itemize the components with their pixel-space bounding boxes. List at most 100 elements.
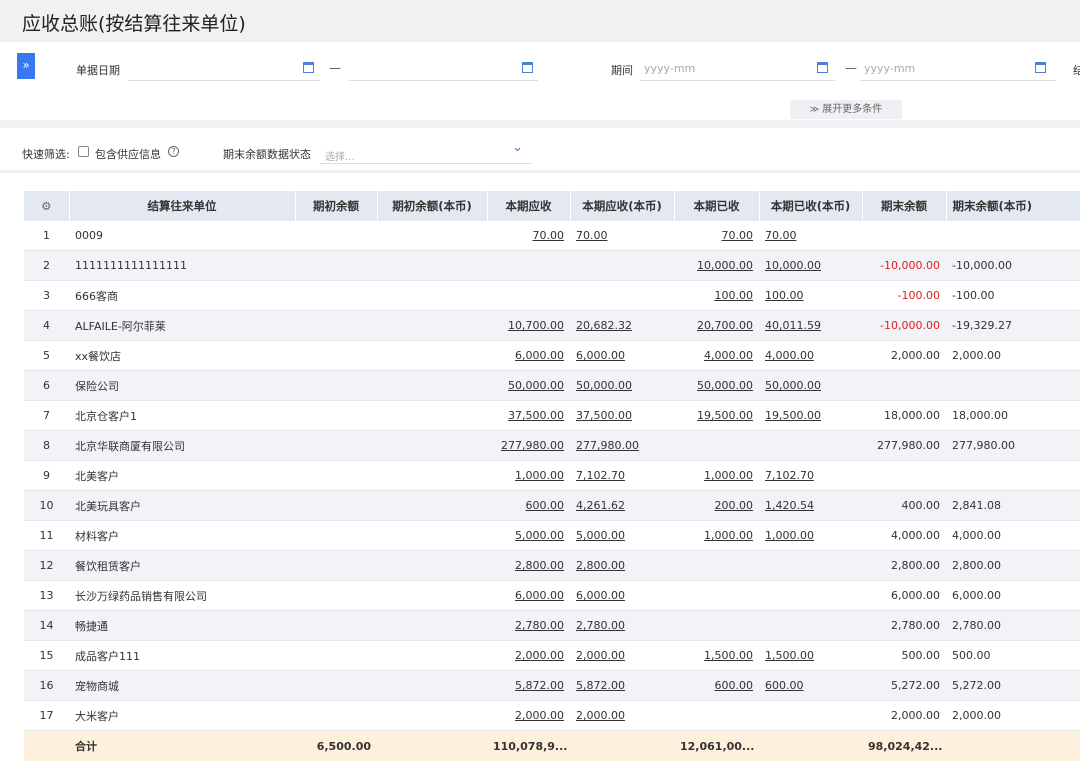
amount-link[interactable]: 70.00 <box>533 229 565 242</box>
amount-link[interactable]: 200.00 <box>715 499 754 512</box>
amount-link[interactable]: 2,800.00 <box>576 559 625 572</box>
column-header[interactable]: 期末余额 <box>862 191 947 221</box>
table-row[interactable]: 14 畅捷通 2,780.00 2,780.00 2,780.00 2,780.00 <box>24 610 1080 641</box>
table-row[interactable]: 11 材料客户 5,000.00 5,000.00 1,000.00 1,000.00 4,… <box>24 520 1080 551</box>
amount-link[interactable]: 6,000.00 <box>515 349 564 362</box>
period-end-input[interactable]: yyyy-mm <box>864 62 915 75</box>
amount-link[interactable]: 10,700.00 <box>508 319 564 332</box>
table-row[interactable]: 16 宠物商城 5,872.00 5,872.00 600.00 600.00 5,272.… <box>24 670 1080 701</box>
amount-link[interactable]: 277,980.00 <box>501 439 564 452</box>
column-header[interactable]: 本期应收(本币) <box>570 191 675 221</box>
table-row[interactable]: 3 666客商 100.00 100.00 -100.00 -100.00 <box>24 280 1080 311</box>
amount-link[interactable]: 1,000.00 <box>704 469 753 482</box>
amount-link[interactable]: 600.00 <box>765 679 804 692</box>
amount-link[interactable]: 600.00 <box>526 499 565 512</box>
amount-link[interactable]: 19,500.00 <box>765 409 821 422</box>
amount-link[interactable]: 2,000.00 <box>576 649 625 662</box>
amount-link[interactable]: 5,000.00 <box>576 529 625 542</box>
table-row[interactable]: 1 0009 70.00 70.00 70.00 70.00 <box>24 221 1080 251</box>
expand-sidebar-toggle[interactable]: » <box>17 53 35 79</box>
amount-link[interactable]: 100.00 <box>715 289 754 302</box>
calendar-icon[interactable] <box>522 62 533 73</box>
amount-link[interactable]: 5,872.00 <box>515 679 564 692</box>
amount-link[interactable]: 1,000.00 <box>515 469 564 482</box>
table-row[interactable]: 13 长沙万绿药品销售有限公司 6,000.00 6,000.00 6,000.00 6,… <box>24 580 1080 611</box>
amount-link[interactable]: 20,682.32 <box>576 319 632 332</box>
table-row[interactable]: 10 北美玩具客户 600.00 4,261.62 200.00 1,420.54 400.… <box>24 490 1080 521</box>
calendar-icon[interactable] <box>817 62 828 73</box>
amount-link[interactable]: 7,102.70 <box>765 469 814 482</box>
column-header[interactable]: 期末余额(本币) <box>946 191 1080 221</box>
help-icon[interactable]: ? <box>168 146 179 157</box>
amount-link[interactable]: 6,000.00 <box>576 589 625 602</box>
amount-link[interactable]: 50,000.00 <box>697 379 753 392</box>
table-row[interactable]: 12 餐饮租赁客户 2,800.00 2,800.00 2,800.00 2,800.00 <box>24 550 1080 581</box>
amount-link[interactable]: 5,872.00 <box>576 679 625 692</box>
amount-link[interactable]: 10,000.00 <box>765 259 821 272</box>
table-row[interactable]: 6 保险公司 50,000.00 50,000.00 50,000.00 50,000.0… <box>24 370 1080 401</box>
amount-link[interactable]: 20,700.00 <box>697 319 753 332</box>
status-select[interactable]: 选择... <box>325 148 355 163</box>
amount-link[interactable]: 5,000.00 <box>515 529 564 542</box>
amount-link[interactable]: 100.00 <box>765 289 804 302</box>
status-label: 期末余额数据状态 <box>223 148 311 161</box>
amount-link[interactable]: 277,980.00 <box>576 439 639 452</box>
amount-link[interactable]: 19,500.00 <box>697 409 753 422</box>
table-row[interactable]: 5 xx餐饮店 6,000.00 6,000.00 4,000.00 4,000.00 2,… <box>24 340 1080 371</box>
table-row[interactable]: 2 1111111111111111 10,000.00 10,000.00 -10,0… <box>24 250 1080 281</box>
table-row[interactable]: 7 北京仓客户1 37,500.00 37,500.00 19,500.00 19,500… <box>24 400 1080 431</box>
amount-link[interactable]: 37,500.00 <box>508 409 564 422</box>
table-row[interactable]: 15 成品客户111 2,000.00 2,000.00 1,500.00 1,500.0… <box>24 640 1080 671</box>
column-header[interactable]: 期初余额 <box>295 191 378 221</box>
amount-link[interactable]: 1,000.00 <box>704 529 753 542</box>
table-row[interactable]: 4 ALFAILE-阿尔菲莱 10,700.00 20,682.32 20,700.00… <box>24 310 1080 341</box>
amount-link[interactable]: 2,780.00 <box>576 619 625 632</box>
table-row[interactable]: 8 北京华联商厦有限公司 277,980.00 277,980.00 277,980.0… <box>24 430 1080 461</box>
calendar-icon[interactable] <box>303 62 314 73</box>
amount-link[interactable]: 600.00 <box>715 679 754 692</box>
column-header[interactable]: 本期已收 <box>674 191 760 221</box>
amount-link[interactable]: 2,800.00 <box>515 559 564 572</box>
date-end-input[interactable] <box>349 80 538 81</box>
column-header[interactable]: 结算往来单位 <box>69 191 296 221</box>
amount-cell-rec: 1,000.00 <box>674 460 759 491</box>
amount-link[interactable]: 2,000.00 <box>515 709 564 722</box>
calendar-icon[interactable] <box>1035 62 1046 73</box>
date-start-input[interactable] <box>128 80 320 81</box>
amount-link[interactable]: 37,500.00 <box>576 409 632 422</box>
amount-link[interactable]: 7,102.70 <box>576 469 625 482</box>
amount-link[interactable]: 4,000.00 <box>765 349 814 362</box>
amount-link[interactable]: 1,420.54 <box>765 499 814 512</box>
amount-link[interactable]: 1,000.00 <box>765 529 814 542</box>
amount-link[interactable]: 2,780.00 <box>515 619 564 632</box>
amount-link[interactable]: 70.00 <box>722 229 754 242</box>
include-supplier-checkbox[interactable] <box>78 146 89 157</box>
table-row[interactable]: 17 大米客户 2,000.00 2,000.00 2,000.00 2,000.00 <box>24 700 1080 731</box>
amount-link[interactable]: 70.00 <box>576 229 608 242</box>
column-header[interactable]: 本期应收 <box>487 191 571 221</box>
column-header[interactable]: 本期已收(本币) <box>759 191 863 221</box>
amount-link[interactable]: 2,000.00 <box>576 709 625 722</box>
chevron-down-icon[interactable]: ⌄ <box>512 140 523 155</box>
amount-link[interactable]: 4,261.62 <box>576 499 625 512</box>
period-start-input[interactable]: yyyy-mm <box>644 62 695 75</box>
amount-link[interactable]: 10,000.00 <box>697 259 753 272</box>
opening-balance <box>295 280 377 311</box>
column-settings-icon[interactable]: ⚙ <box>24 191 70 221</box>
amount-link[interactable]: 50,000.00 <box>765 379 821 392</box>
amount-link[interactable]: 70.00 <box>765 229 797 242</box>
column-header[interactable]: 期初余额(本币) <box>377 191 488 221</box>
amount-link[interactable]: 2,000.00 <box>515 649 564 662</box>
amount-link[interactable]: 1,500.00 <box>704 649 753 662</box>
amount-link[interactable]: 50,000.00 <box>508 379 564 392</box>
opening-balance-local <box>377 310 487 341</box>
table-row[interactable]: 9 北美客户 1,000.00 7,102.70 1,000.00 7,102.70 <box>24 460 1080 491</box>
amount-link[interactable]: 4,000.00 <box>704 349 753 362</box>
amount-link[interactable]: 6,000.00 <box>576 349 625 362</box>
expand-more-conditions-button[interactable]: ≫ 展开更多条件 <box>790 100 902 119</box>
row-number: 15 <box>24 640 69 671</box>
amount-link[interactable]: 6,000.00 <box>515 589 564 602</box>
amount-link[interactable]: 50,000.00 <box>576 379 632 392</box>
amount-link[interactable]: 40,011.59 <box>765 319 821 332</box>
amount-link[interactable]: 1,500.00 <box>765 649 814 662</box>
